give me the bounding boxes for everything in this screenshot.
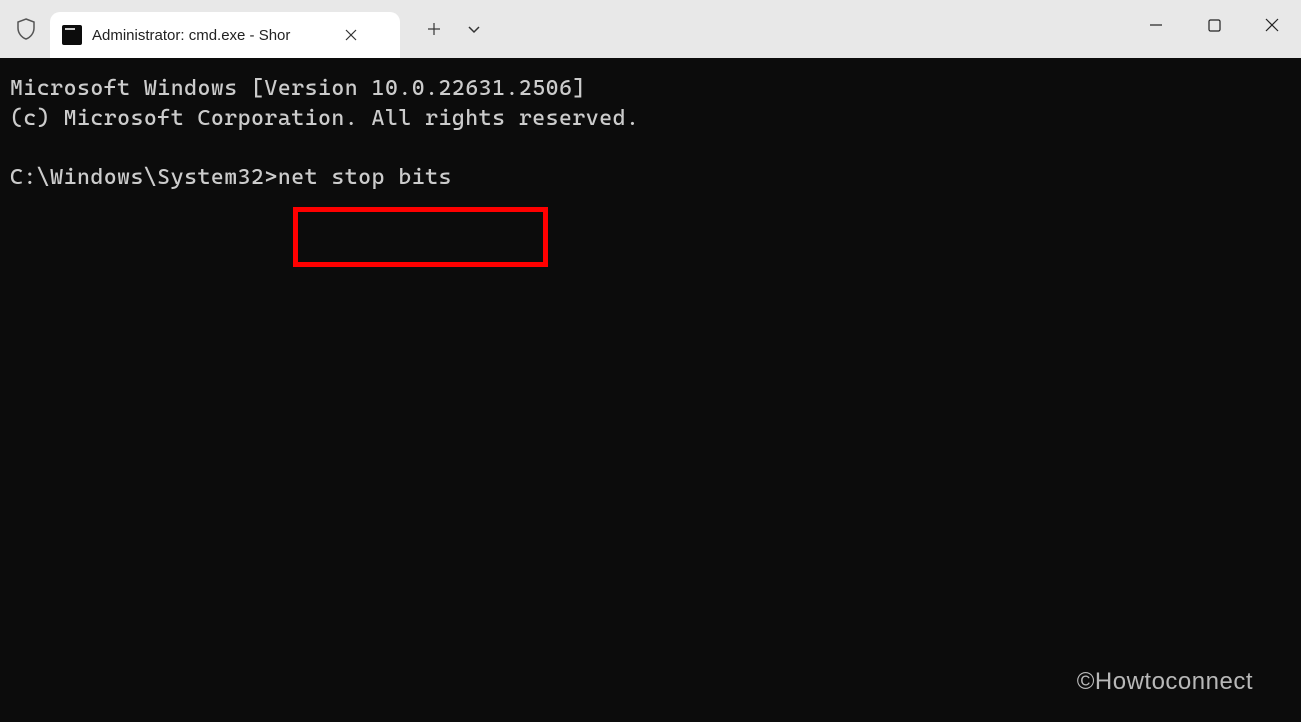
new-tab-button[interactable] xyxy=(418,13,450,45)
maximize-button[interactable] xyxy=(1185,3,1243,47)
tab-dropdown-button[interactable] xyxy=(458,13,490,45)
cmd-terminal-icon xyxy=(62,25,82,45)
tab-title: Administrator: cmd.exe - Shor xyxy=(92,27,332,44)
terminal-area[interactable]: Microsoft Windows [Version 10.0.22631.25… xyxy=(0,58,1301,722)
blank-line xyxy=(10,133,1291,163)
prompt-line: C:\Windows\System32>net stop bits xyxy=(10,163,1291,193)
titlebar: Administrator: cmd.exe - Shor xyxy=(0,0,1301,58)
banner-line-1: Microsoft Windows [Version 10.0.22631.25… xyxy=(10,74,1291,104)
banner-line-2: (c) Microsoft Corporation. All rights re… xyxy=(10,104,1291,134)
tab-close-button[interactable] xyxy=(342,26,360,44)
prompt-text: C:\Windows\System32> xyxy=(10,165,278,190)
window-controls xyxy=(1127,0,1301,50)
tab-active[interactable]: Administrator: cmd.exe - Shor xyxy=(50,12,400,58)
watermark-text: ©Howtoconnect xyxy=(1077,666,1253,698)
shield-icon xyxy=(14,17,38,41)
command-text: net stop bits xyxy=(278,165,452,190)
close-button[interactable] xyxy=(1243,3,1301,47)
minimize-button[interactable] xyxy=(1127,3,1185,47)
command-highlight-box xyxy=(293,207,548,267)
